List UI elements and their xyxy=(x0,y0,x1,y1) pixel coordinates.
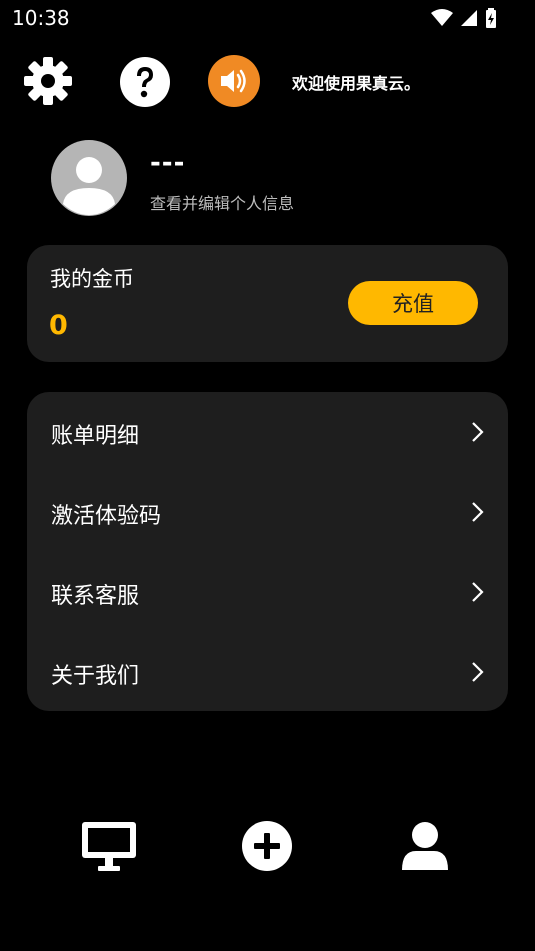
signal-icon xyxy=(461,10,477,26)
sound-button[interactable] xyxy=(208,55,260,107)
help-icon xyxy=(120,57,170,107)
menu-item-customer-service[interactable]: 联系客服 xyxy=(27,552,508,632)
menu-item-label: 联系客服 xyxy=(51,584,140,609)
tab-devices[interactable] xyxy=(80,820,138,876)
add-icon xyxy=(242,821,292,871)
chevron-right-icon xyxy=(472,422,484,442)
avatar-icon xyxy=(51,140,127,216)
chevron-right-icon xyxy=(472,582,484,602)
status-time: 10:38 xyxy=(12,6,70,30)
nickname[interactable]: --- xyxy=(150,148,185,178)
tab-profile[interactable] xyxy=(400,820,450,876)
status-icons xyxy=(431,8,497,28)
menu-item-label: 激活体验码 xyxy=(51,504,162,529)
gear-icon xyxy=(24,57,72,105)
coin-label: 我的金币 xyxy=(50,267,134,291)
user-icon xyxy=(402,822,448,870)
recharge-button[interactable]: 充值 xyxy=(348,281,478,325)
menu-item-about[interactable]: 关于我们 xyxy=(27,632,508,712)
chevron-right-icon xyxy=(472,662,484,682)
menu-item-label: 关于我们 xyxy=(51,664,140,689)
menu-item-activation-code[interactable]: 激活体验码 xyxy=(27,472,508,552)
coin-card: 我的金币 0 充值 xyxy=(27,245,508,362)
monitor-icon xyxy=(82,822,136,871)
coin-balance: 0 xyxy=(49,310,68,341)
battery-icon xyxy=(486,8,496,28)
avatar[interactable] xyxy=(51,140,127,216)
wifi-icon xyxy=(431,9,453,26)
menu-item-billing[interactable]: 账单明细 xyxy=(27,392,508,472)
speaker-icon xyxy=(208,55,260,107)
tab-add[interactable] xyxy=(241,820,293,876)
help-button[interactable] xyxy=(118,55,172,109)
settings-button[interactable] xyxy=(22,55,74,107)
chevron-right-icon xyxy=(472,502,484,522)
menu-item-label: 账单明细 xyxy=(51,424,140,449)
menu-list: 账单明细 激活体验码 联系客服 关于我们 xyxy=(27,392,508,711)
edit-profile-link[interactable]: 查看并编辑个人信息 xyxy=(150,190,294,214)
bottom-tab-bar xyxy=(0,810,535,890)
status-bar: 10:38 xyxy=(0,0,535,36)
welcome-notice: 欢迎使用果真云。 xyxy=(292,74,421,93)
